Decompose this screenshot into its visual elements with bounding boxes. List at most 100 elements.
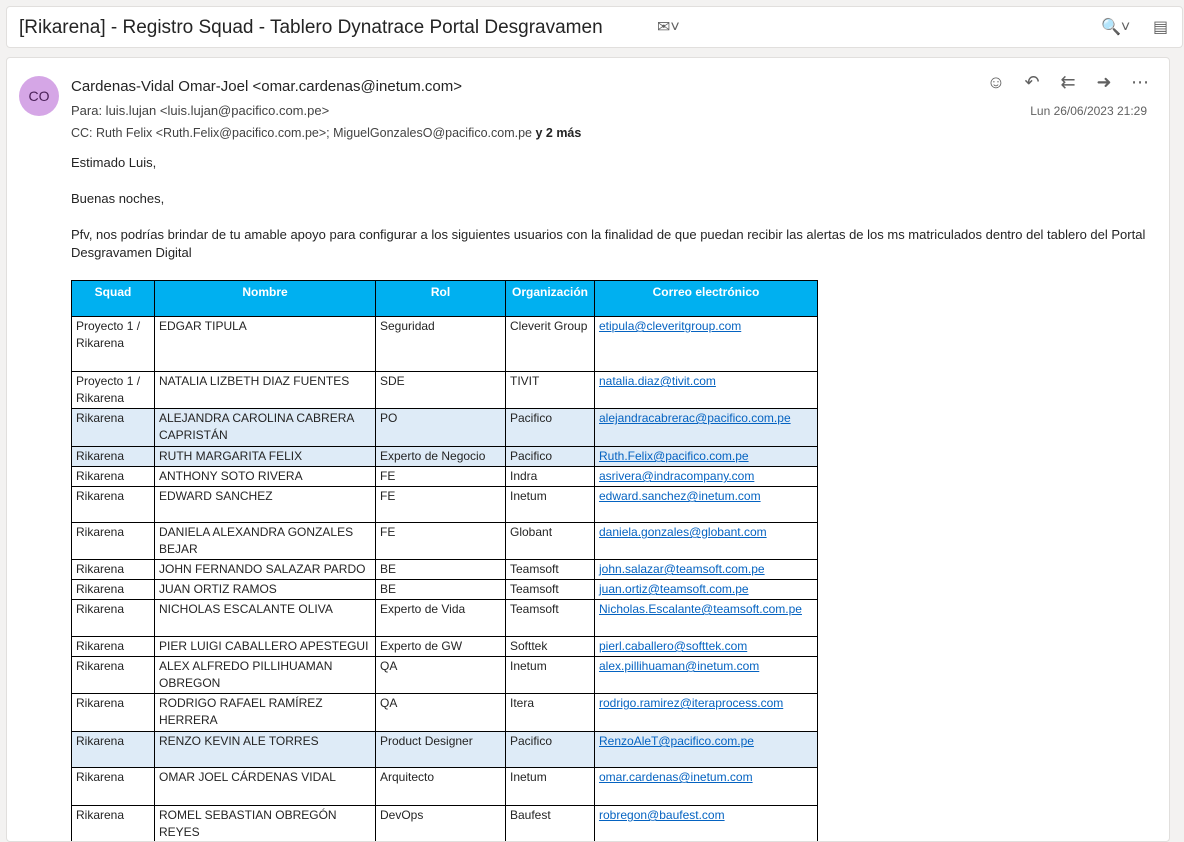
salutation: Buenas noches, [71, 191, 165, 206]
email-link[interactable]: edward.sanchez@inetum.com [599, 489, 761, 503]
cell-squad: Rikarena [71, 446, 155, 467]
cell-nombre: RODRIGO RAFAEL RAMÍREZ HERRERA [154, 693, 376, 732]
cell-squad: Rikarena [71, 805, 155, 841]
cell-correo: omar.cardenas@inetum.com [594, 767, 818, 806]
email-link[interactable]: alex.pillihuaman@inetum.com [599, 659, 759, 673]
cell-squad: Rikarena [71, 579, 155, 600]
email-link[interactable]: asrivera@indracompany.com [599, 469, 754, 483]
email-link[interactable]: juan.ortiz@teamsoft.com.pe [599, 582, 749, 596]
header-nombre: Nombre [154, 280, 376, 317]
table-row: Rikarena NICHOLAS ESCALANTE OLIVA Experto … [71, 599, 818, 637]
cell-correo: robregon@baufest.com [594, 805, 818, 841]
cell-correo: edward.sanchez@inetum.com [594, 486, 818, 523]
cell-squad: Rikarena [71, 408, 155, 447]
users-table: Squad Nombre Rol Organización Correo ele… [71, 280, 818, 841]
cell-nombre: ROMEL SEBASTIAN OBREGÓN REYES [154, 805, 376, 841]
cell-organizacion: Cleverit Group [505, 316, 595, 372]
cell-squad: Rikarena [71, 522, 155, 560]
message-actions: ☺ ↶ ⇇ ➜ ⋯ [985, 72, 1151, 93]
email-link[interactable]: rodrigo.ramirez@iteraprocess.com [599, 696, 783, 710]
cell-nombre: EDWARD SANCHEZ [154, 486, 376, 523]
email-link[interactable]: natalia.diaz@tivit.com [599, 374, 716, 388]
email-link[interactable]: Nicholas.Escalante@teamsoft.com.pe [599, 602, 802, 616]
cell-nombre: RUTH MARGARITA FELIX [154, 446, 376, 467]
cell-nombre: RENZO KEVIN ALE TORRES [154, 731, 376, 768]
table-row: Rikarena RODRIGO RAFAEL RAMÍREZ HERRERA QA… [71, 693, 818, 732]
header-correo: Correo electrónico [594, 280, 818, 317]
email-link[interactable]: daniela.gonzales@globant.com [599, 525, 767, 539]
message-date: Lun 26/06/2023 21:29 [1030, 104, 1147, 118]
body-paragraph: Pfv, nos podrías brindar de tu amable ap… [71, 227, 1146, 260]
cell-squad: Rikarena [71, 693, 155, 732]
cell-correo: alex.pillihuaman@inetum.com [594, 656, 818, 694]
cell-rol: Experto de Vida [375, 599, 506, 637]
table-row: Rikarena RENZO KEVIN ALE TORRES Product De… [71, 731, 818, 768]
subject-bar: [Rikarena] - Registro Squad - Tablero Dy… [6, 6, 1183, 48]
cell-organizacion: Pacifico [505, 731, 595, 768]
cell-rol: PO [375, 408, 506, 447]
emoji-reaction-icon[interactable]: ☺ [985, 72, 1007, 93]
cell-rol: SDE [375, 371, 506, 409]
cell-nombre: DANIELA ALEXANDRA GONZALES BEJAR [154, 522, 376, 560]
cell-organizacion: Teamsoft [505, 559, 595, 580]
cell-organizacion: Indra [505, 466, 595, 487]
cell-rol: FE [375, 486, 506, 523]
reply-all-icon[interactable]: ⇇ [1057, 72, 1079, 93]
email-link[interactable]: Ruth.Felix@pacifico.com.pe [599, 449, 749, 463]
cell-nombre: PIER LUIGI CABALLERO APESTEGUI [154, 636, 376, 657]
table-row: Rikarena JOHN FERNANDO SALAZAR PARDO BE Tea… [71, 559, 818, 580]
email-link[interactable]: robregon@baufest.com [599, 808, 725, 822]
avatar[interactable]: CO [19, 76, 59, 116]
cell-rol: QA [375, 656, 506, 694]
table-header-row: Squad Nombre Rol Organización Correo ele… [71, 280, 818, 317]
cell-organizacion: Teamsoft [505, 579, 595, 600]
cell-organizacion: TIVIT [505, 371, 595, 409]
reply-icon[interactable]: ↶ [1021, 72, 1043, 93]
forward-icon[interactable]: ➜ [1093, 72, 1115, 93]
cell-correo: etipula@cleveritgroup.com [594, 316, 818, 372]
cell-rol: BE [375, 559, 506, 580]
more-options-icon[interactable]: ⋯ [1129, 72, 1151, 93]
zoom-icon[interactable]: 🔍˅ [1101, 17, 1130, 37]
table-row: Rikarena ANTHONY SOTO RIVERA FE Indra asrive… [71, 466, 818, 487]
cell-rol: FE [375, 466, 506, 487]
cell-nombre: NICHOLAS ESCALANTE OLIVA [154, 599, 376, 637]
table-row: Rikarena PIER LUIGI CABALLERO APESTEGUI Ex… [71, 636, 818, 657]
cell-rol: Experto de Negocio [375, 446, 506, 467]
cell-nombre: EDGAR TIPULA [154, 316, 376, 372]
email-link[interactable]: RenzoAleT@pacifico.com.pe [599, 734, 754, 748]
email-link[interactable]: etipula@cleveritgroup.com [599, 319, 741, 333]
email-link[interactable]: pierl.caballero@softtek.com [599, 639, 747, 653]
table-row: Rikarena OMAR JOEL CÁRDENAS VIDAL Arquitec… [71, 767, 818, 806]
sender-from[interactable]: Cardenas-Vidal Omar-Joel <omar.cardenas@… [71, 78, 462, 95]
table-row: Rikarena ROMEL SEBASTIAN OBREGÓN REYES Dev… [71, 805, 818, 841]
cell-squad: Rikarena [71, 599, 155, 637]
cell-organizacion: Pacifico [505, 408, 595, 447]
cell-squad: Proyecto 1 / Rikarena [71, 371, 155, 409]
email-reading-pane: CO Cardenas-Vidal Omar-Joel <omar.carden… [6, 57, 1170, 842]
email-link[interactable]: alejandracabrerac@pacifico.com.pe [599, 411, 791, 425]
cell-nombre: OMAR JOEL CÁRDENAS VIDAL [154, 767, 376, 806]
email-subject: [Rikarena] - Registro Squad - Tablero Dy… [19, 17, 603, 38]
cell-squad: Rikarena [71, 656, 155, 694]
cc-more-link[interactable]: y 2 más [535, 126, 581, 140]
cell-organizacion: Teamsoft [505, 599, 595, 637]
table-row: Rikarena DANIELA ALEXANDRA GONZALES BEJAR… [71, 522, 818, 560]
greeting: Estimado Luis, [71, 155, 157, 170]
cc-list: CC: Ruth Felix <Ruth.Felix@pacifico.com.… [71, 126, 532, 140]
cell-rol: Product Designer [375, 731, 506, 768]
email-link[interactable]: john.salazar@teamsoft.com.pe [599, 562, 765, 576]
email-link[interactable]: omar.cardenas@inetum.com [599, 770, 753, 784]
cell-correo: natalia.diaz@tivit.com [594, 371, 818, 409]
cell-nombre: JOHN FERNANDO SALAZAR PARDO [154, 559, 376, 580]
open-window-icon[interactable]: ▤ [1153, 17, 1168, 37]
cell-correo: Nicholas.Escalante@teamsoft.com.pe [594, 599, 818, 637]
mail-settings-icon[interactable]: ✉˅ [657, 17, 680, 37]
cell-nombre: NATALIA LIZBETH DIAZ FUENTES [154, 371, 376, 409]
recipient-to: Para: luis.lujan <luis.lujan@pacifico.co… [71, 103, 330, 118]
cell-correo: RenzoAleT@pacifico.com.pe [594, 731, 818, 768]
cell-nombre: ALEJANDRA CAROLINA CABRERA CAPRISTÁN [154, 408, 376, 447]
cell-organizacion: Inetum [505, 656, 595, 694]
table-row: Rikarena ALEJANDRA CAROLINA CABRERA CAPRI… [71, 408, 818, 447]
cell-rol: Arquitecto [375, 767, 506, 806]
